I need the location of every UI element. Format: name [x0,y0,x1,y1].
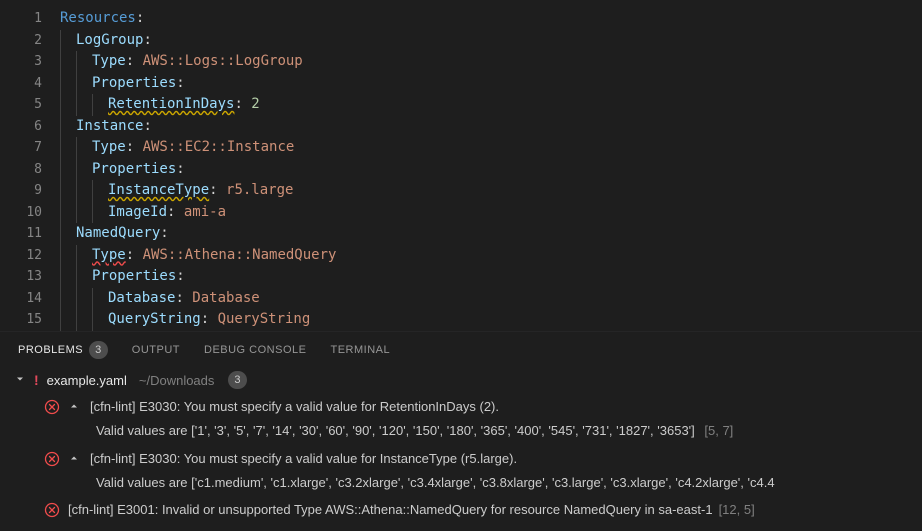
problem-item[interactable]: [cfn-lint] E3030: You must specify a val… [0,393,922,421]
code-line[interactable]: Type: AWS::Athena::NamedQuery [60,245,922,267]
problem-item[interactable]: [cfn-lint] E3030: You must specify a val… [0,445,922,473]
tab-debug-console[interactable]: DEBUG CONSOLE [204,340,306,360]
problem-message: [cfn-lint] E3001: Invalid or unsupported… [68,500,755,520]
tab-problems[interactable]: PROBLEMS 3 [18,337,108,363]
line-number: 7 [0,137,60,159]
line-number: 3 [0,51,60,73]
problem-detail: Valid values are ['c1.medium', 'c1.xlarg… [0,473,922,497]
problem-item[interactable]: [cfn-lint] E3001: Invalid or unsupported… [0,496,922,524]
problems-file-name: example.yaml [47,373,127,388]
code-line[interactable]: Database: Database [60,288,922,310]
problem-location: [12, 5] [719,502,755,517]
problem-message: [cfn-lint] E3030: You must specify a val… [90,397,499,417]
yaml-file-icon: ! [34,372,39,388]
problem-location: [5, 7] [701,423,734,438]
line-number: 11 [0,223,60,245]
problems-file-row[interactable]: ! example.yaml ~/Downloads 3 [0,367,922,393]
code-line[interactable]: QueryString: QueryString [60,309,922,331]
line-number: 6 [0,116,60,138]
code-line[interactable]: Properties: [60,73,922,95]
line-number: 8 [0,159,60,181]
code-line[interactable]: Properties: [60,266,922,288]
line-number: 2 [0,30,60,52]
tab-debug-label: DEBUG CONSOLE [204,344,306,356]
error-icon [44,451,60,467]
code-line[interactable]: Type: AWS::EC2::Instance [60,137,922,159]
editor-area[interactable]: 123456789101112131415 Resources:LogGroup… [0,0,922,331]
code-line[interactable]: Type: AWS::Logs::LogGroup [60,51,922,73]
code-line[interactable]: ImageId: ami-a [60,202,922,224]
tab-terminal[interactable]: TERMINAL [330,340,390,360]
code-line[interactable]: Resources: [60,8,922,30]
line-number: 12 [0,245,60,267]
line-number: 14 [0,288,60,310]
line-number-gutter: 123456789101112131415 [0,0,60,331]
line-number: 10 [0,202,60,224]
tab-terminal-label: TERMINAL [330,344,390,356]
line-number: 1 [0,8,60,30]
file-problem-count-badge: 3 [228,371,246,389]
code-line[interactable]: InstanceType: r5.large [60,180,922,202]
code-line[interactable]: Properties: [60,159,922,181]
chevron-down-icon [14,373,28,388]
code-line[interactable]: LogGroup: [60,30,922,52]
chevron-up-icon [68,399,82,417]
line-number: 13 [0,266,60,288]
tab-problems-label: PROBLEMS [18,344,83,356]
chevron-up-icon [68,451,82,469]
code-line[interactable]: RetentionInDays: 2 [60,94,922,116]
tab-output[interactable]: OUTPUT [132,340,180,360]
error-icon [44,399,60,415]
line-number: 4 [0,73,60,95]
problems-file-path: ~/Downloads [139,373,215,388]
error-icon [44,502,60,518]
code-line[interactable]: Instance: [60,116,922,138]
code-line[interactable]: NamedQuery: [60,223,922,245]
problem-message: [cfn-lint] E3030: You must specify a val… [90,449,517,469]
panel-area: PROBLEMS 3 OUTPUT DEBUG CONSOLE TERMINAL… [0,331,922,531]
line-number: 15 [0,309,60,331]
panel-tabs: PROBLEMS 3 OUTPUT DEBUG CONSOLE TERMINAL [0,332,922,367]
problems-count-badge: 3 [89,341,108,359]
code-content[interactable]: Resources:LogGroup:Type: AWS::Logs::LogG… [60,0,922,331]
line-number: 9 [0,180,60,202]
line-number: 5 [0,94,60,116]
tab-output-label: OUTPUT [132,344,180,356]
problem-detail: Valid values are ['1', '3', '5', '7', '1… [0,421,922,445]
problems-list: ! example.yaml ~/Downloads 3 [cfn-lint] … [0,367,922,531]
